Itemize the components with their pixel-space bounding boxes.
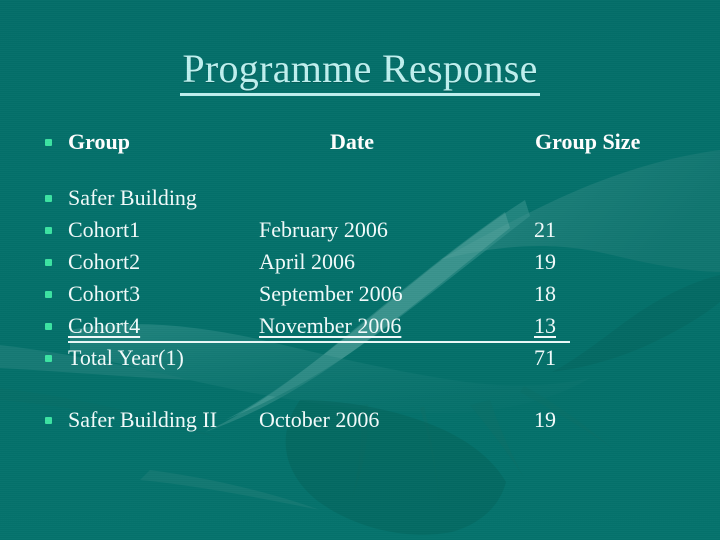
slide-content: Programme Response Group Date Group Size…	[0, 0, 720, 540]
cell-date: April 2006	[259, 249, 355, 274]
cell-group-size: 19	[534, 407, 556, 432]
table-row: Cohort4 November 2006 13	[40, 310, 680, 343]
bullet-icon	[45, 291, 52, 298]
column-header-group-size: Group Size	[535, 129, 641, 154]
programme-response-table: Group Date Group Size Safer Building Coh…	[40, 124, 680, 436]
table-row: Cohort1 February 2006 21	[40, 214, 680, 246]
cell-group-size: 13	[534, 313, 556, 338]
cell-date: September 2006	[259, 281, 403, 306]
table-row: Safer Building	[40, 182, 680, 214]
table-row: Cohort3 September 2006 18	[40, 278, 680, 310]
cell-group-size: 21	[534, 217, 556, 242]
slide-title: Programme Response	[0, 46, 720, 96]
cell-date: October 2006	[259, 407, 380, 432]
cell-group: Safer Building II	[68, 407, 218, 432]
cell-group: Cohort2	[68, 249, 141, 274]
cell-group: Safer Building	[68, 185, 197, 210]
bullet-icon	[45, 259, 52, 266]
column-header-date: Date	[330, 129, 374, 154]
bullet-icon	[45, 355, 52, 362]
cell-group: Cohort4	[68, 313, 141, 338]
cell-group: Total Year(1)	[68, 345, 184, 370]
slide: Programme Response Group Date Group Size…	[0, 0, 720, 540]
bullet-icon	[45, 323, 52, 330]
bullet-icon	[45, 417, 52, 424]
table-row: Safer Building II October 2006 19	[40, 404, 680, 436]
bullet-icon	[45, 195, 52, 202]
bullet-icon	[45, 227, 52, 234]
cell-group: Cohort3	[68, 281, 141, 306]
table-row: Cohort2 April 2006 19	[40, 246, 680, 278]
column-header-group: Group	[68, 129, 130, 154]
cell-date: February 2006	[259, 217, 388, 242]
cell-group: Cohort1	[68, 217, 141, 242]
cell-date: November 2006	[259, 313, 402, 338]
cell-group-size: 19	[534, 249, 556, 274]
cell-group-size: 18	[534, 281, 556, 306]
cell-group-size: 71	[534, 345, 556, 370]
slide-title-text: Programme Response	[180, 46, 540, 96]
bullet-icon	[45, 139, 52, 146]
table-header-row: Group Date Group Size	[40, 124, 680, 160]
table-row-total: Total Year(1) 71	[40, 342, 680, 374]
